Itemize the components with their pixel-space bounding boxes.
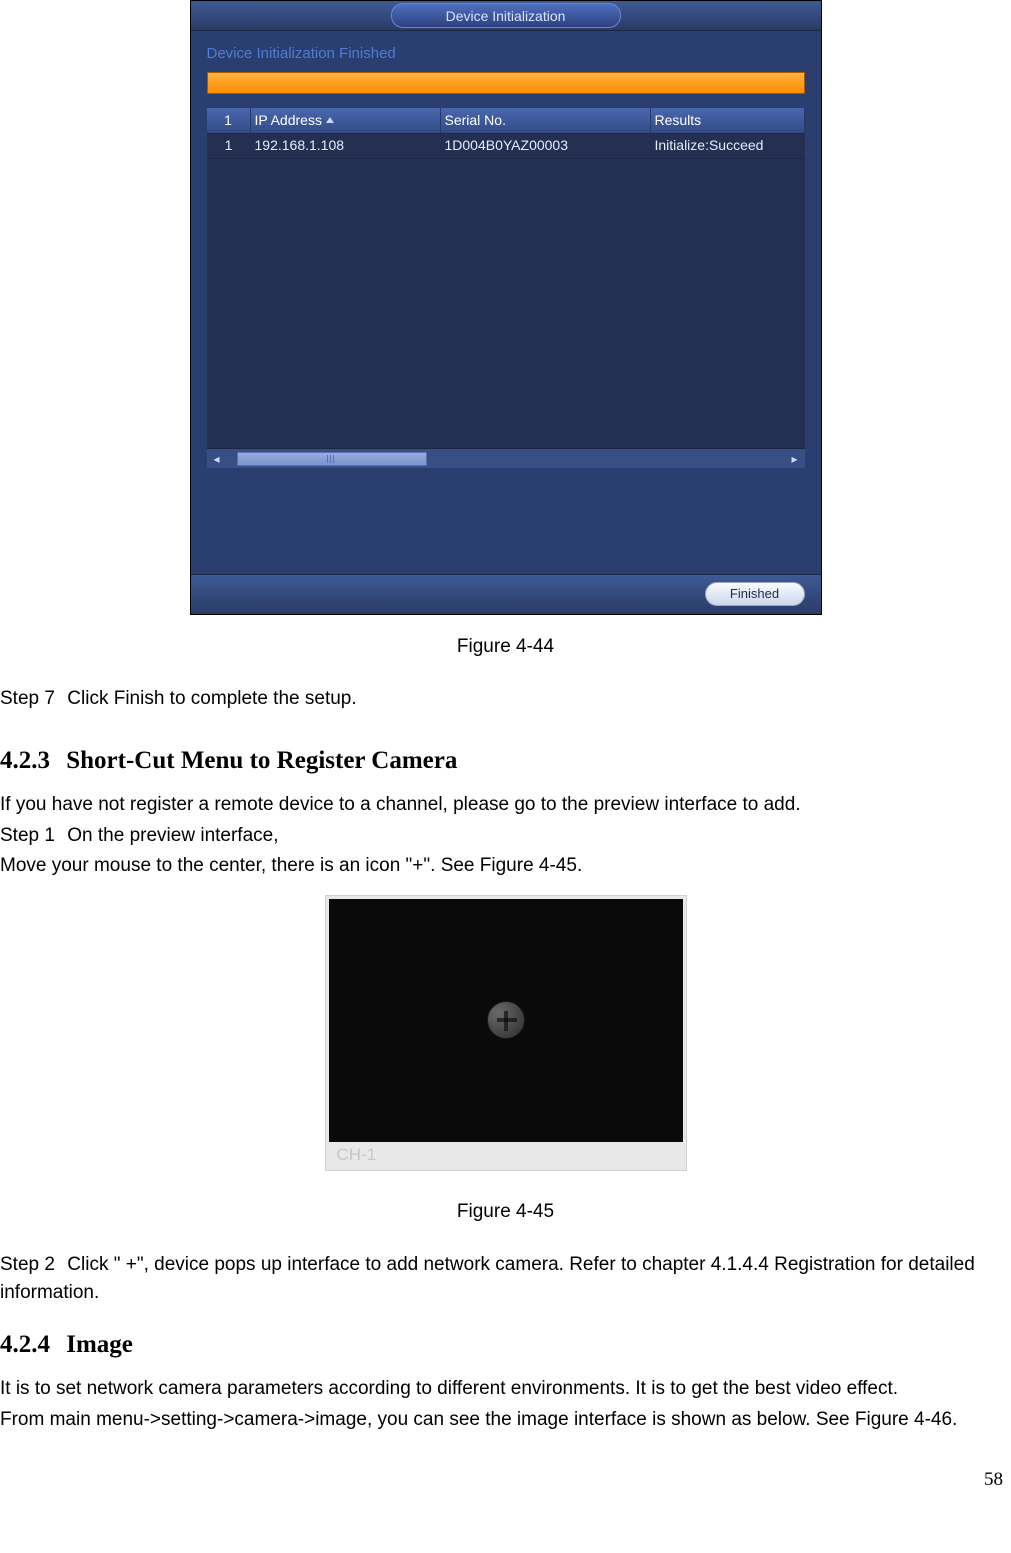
step2-text: Click " +", device pops up interface to … — [0, 1254, 975, 1304]
progress-bar — [207, 72, 805, 94]
col-ip-label: IP Address — [255, 110, 322, 131]
col-index[interactable]: 1 — [207, 108, 251, 133]
table-row[interactable]: 1 192.168.1.108 1D004B0YAZ00003 Initiali… — [207, 134, 805, 158]
cell-index: 1 — [207, 135, 251, 156]
progress-label: Device Initialization Finished — [207, 43, 805, 66]
step2-number: Step 2 — [0, 1251, 62, 1280]
col-results[interactable]: Results — [651, 108, 805, 133]
section-423-heading: 4.2.3 Short-Cut Menu to Register Camera — [0, 742, 1011, 780]
step1-text: On the preview interface, — [67, 825, 278, 846]
col-ip[interactable]: IP Address — [251, 108, 441, 133]
section-424-p1: It is to set network camera parameters a… — [0, 1375, 1011, 1404]
page-number: 58 — [0, 1466, 1011, 1495]
preview-tile-inner — [329, 899, 683, 1142]
dialog-title: Device Initialization — [391, 3, 621, 28]
dialog-titlebar: Device Initialization — [191, 1, 821, 31]
section-424-number: 4.2.4 — [0, 1331, 50, 1358]
section-423-number: 4.2.3 — [0, 747, 50, 774]
col-serial[interactable]: Serial No. — [441, 108, 651, 133]
section-424-title: Image — [66, 1331, 133, 1358]
sort-ascending-icon — [326, 117, 334, 123]
dialog-footer: Finished — [191, 574, 821, 614]
section-424-heading: 4.2.4 Image — [0, 1326, 1011, 1364]
cell-results: Initialize:Succeed — [651, 135, 805, 156]
channel-label: CH-1 — [329, 1143, 409, 1167]
cell-ip: 192.168.1.108 — [251, 135, 441, 156]
table-header: 1 IP Address Serial No. Results — [207, 108, 805, 134]
table-empty-area — [207, 158, 805, 448]
step7-number: Step 7 — [0, 685, 62, 714]
step7-text: Click Finish to complete the setup. — [67, 688, 356, 709]
scrollbar-grip-icon — [327, 455, 334, 463]
preview-tile[interactable]: CH-1 — [325, 895, 687, 1171]
device-init-dialog: Device Initialization Device Initializat… — [190, 0, 822, 615]
figure2-caption: Figure 4-45 — [0, 1198, 1011, 1227]
section-423-intro: If you have not register a remote device… — [0, 791, 1011, 820]
step1-number: Step 1 — [0, 822, 62, 851]
finished-button[interactable]: Finished — [705, 582, 805, 606]
step1-text2: Move your mouse to the center, there is … — [0, 852, 1011, 881]
scroll-right-icon[interactable]: ▸ — [788, 452, 802, 466]
horizontal-scrollbar[interactable]: ◂ ▸ — [207, 448, 805, 468]
plus-icon[interactable] — [487, 1001, 525, 1039]
cell-serial: 1D004B0YAZ00003 — [441, 135, 651, 156]
figure1-caption: Figure 4-44 — [0, 633, 1011, 662]
dialog-gap — [191, 484, 821, 574]
section-424-p2: From main menu->setting->camera->image, … — [0, 1406, 1011, 1435]
scroll-left-icon[interactable]: ◂ — [210, 452, 224, 466]
section-423-title: Short-Cut Menu to Register Camera — [66, 747, 457, 774]
